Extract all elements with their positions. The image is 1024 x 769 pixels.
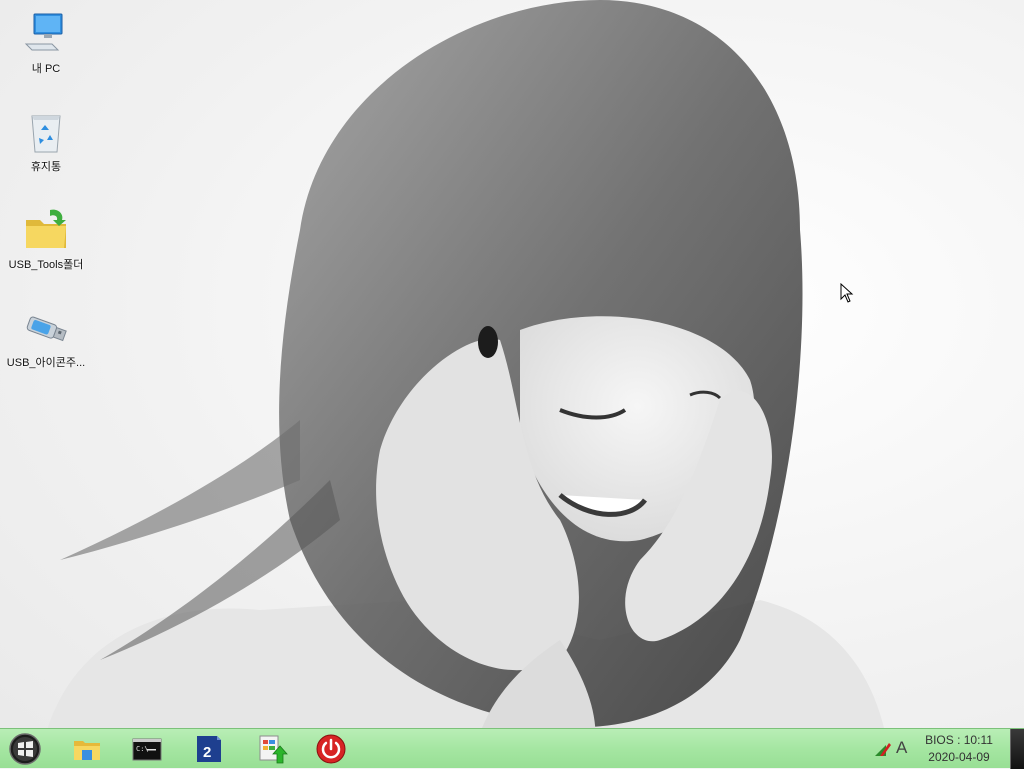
svg-text:C:\: C:\ [136,745,149,753]
desktop-icon-my-pc[interactable]: 내 PC [1,10,91,76]
usb-drive-icon [26,316,67,342]
folder-icon [26,209,66,248]
desktop-wallpaper [0,0,1024,768]
clock[interactable]: BIOS : 10:11 2020-04-09 [920,732,998,766]
desktop-icon-label: 휴지통 [30,161,62,173]
start-button[interactable] [8,732,42,766]
svg-text:2: 2 [203,744,211,761]
network-icon[interactable] [874,741,892,757]
command-prompt-icon[interactable]: C:\ [131,733,163,765]
desktop-icon-usb-tools-folder[interactable]: USB_Tools폴더 [1,206,91,272]
computer-icon [24,13,63,51]
desktop-icon-recycle-bin[interactable]: 휴지통 [1,108,91,174]
ime-indicator[interactable]: A [896,738,907,758]
show-desktop-button[interactable] [1010,729,1024,769]
desktop-icon-label: 내 PC [31,63,61,75]
desktop-icon-usb-shortcuts[interactable]: USB_아이콘주... [1,304,91,370]
desktop-icon-label: USB_Tools폴더 [8,259,84,271]
clock-date: 2020-04-09 [928,750,990,764]
power-icon[interactable] [315,733,347,765]
installer-icon[interactable] [256,733,288,765]
clock-time: BIOS : 10:11 [925,733,993,747]
recycle-bin-icon [31,115,61,153]
desktop-icon-label: USB_아이콘주... [6,357,86,369]
app-2-icon[interactable]: 2 [193,733,225,765]
taskbar: C:\ 2 A BIOS : 10:11 2020-04-09 [0,728,1024,769]
system-tray: A BIOS : 10:11 2020-04-09 [860,729,1010,769]
file-explorer-icon[interactable] [71,733,103,765]
mouse-cursor-icon [840,283,854,303]
